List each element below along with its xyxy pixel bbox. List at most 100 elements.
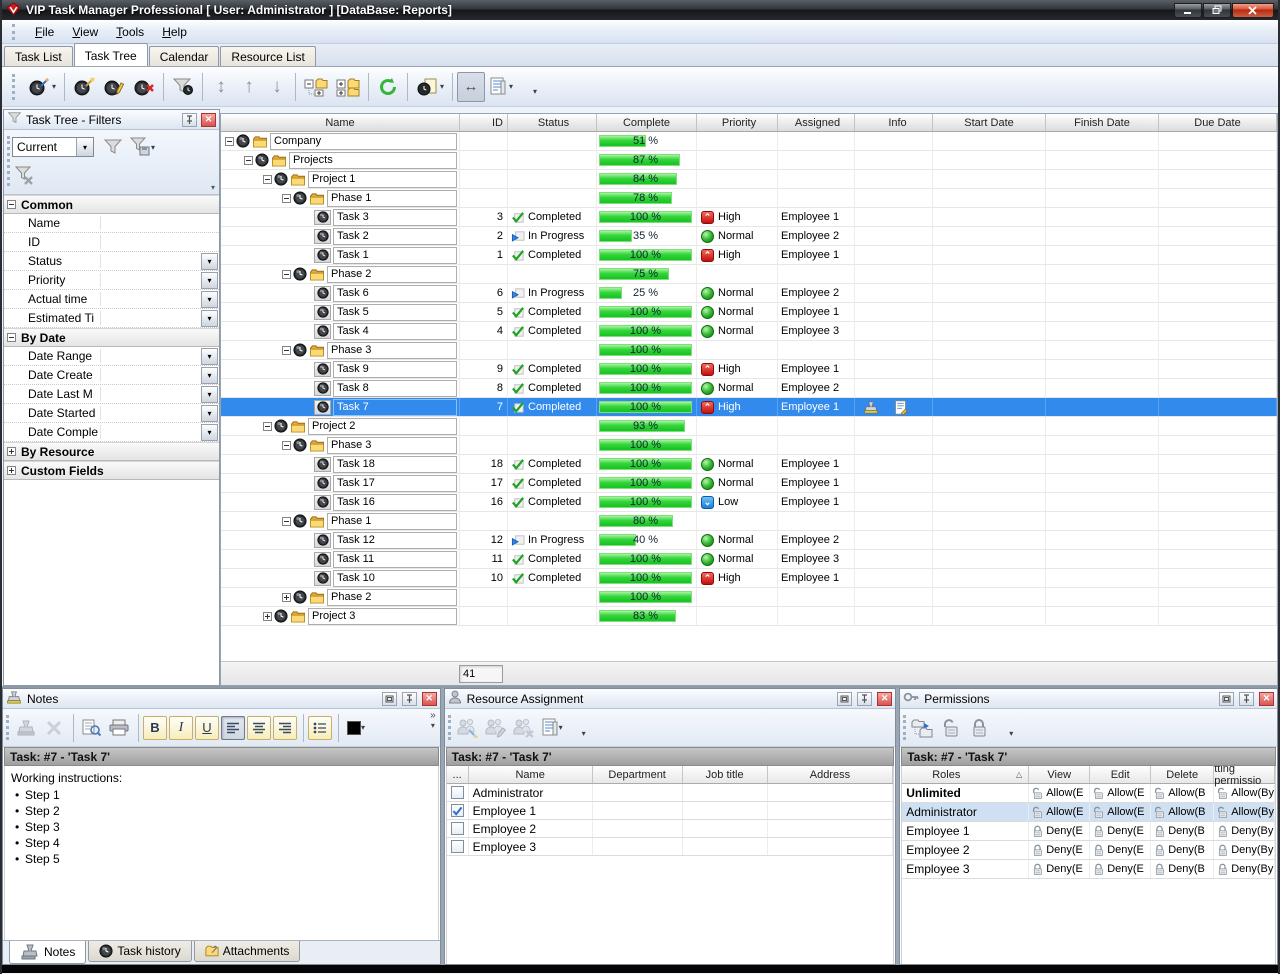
checkbox-checked[interactable]	[451, 804, 464, 817]
column-header-complete[interactable]: Complete	[597, 114, 697, 131]
checkbox-unchecked[interactable]	[451, 840, 464, 853]
chevron-down-icon[interactable]: ▾	[201, 348, 218, 365]
permissions-column-delete[interactable]: Delete	[1151, 766, 1214, 783]
close-icon[interactable]: ✕	[1259, 692, 1274, 706]
chevron-down-icon[interactable]: ▾	[201, 291, 218, 308]
tree-row-task-2[interactable]: Task 22In Progress35 %NormalEmployee 2	[221, 227, 1277, 246]
pin-icon[interactable]	[1239, 692, 1254, 706]
underline-button[interactable]: U	[195, 716, 219, 740]
edit-resource-button[interactable]	[483, 715, 509, 741]
tree-row-phase-3[interactable]: Phase 3100 %	[221, 436, 1277, 455]
tree-row-task-18[interactable]: Task 1818Completed100 %NormalEmployee 1	[221, 455, 1277, 474]
permission-cell[interactable]: Deny(E	[1029, 860, 1090, 878]
permission-cell[interactable]: Deny(By	[1214, 822, 1275, 840]
refresh-button[interactable]	[373, 72, 403, 102]
print-preview-button[interactable]	[78, 715, 104, 741]
menu-item-tools[interactable]: Tools	[107, 22, 153, 42]
fit-columns-button[interactable]: ↔	[457, 72, 485, 102]
tab-task-tree[interactable]: Task Tree	[74, 43, 148, 66]
save-filter-button[interactable]: ▾	[128, 134, 156, 160]
copy-permissions-button[interactable]	[910, 715, 936, 741]
resource-column-check[interactable]: ...	[447, 766, 469, 783]
permission-cell[interactable]: Deny(By	[1214, 860, 1275, 878]
tree-row-phase-2[interactable]: Phase 275 %	[221, 265, 1277, 284]
chevron-down-icon[interactable]: ▾	[201, 424, 218, 441]
notes-content[interactable]: Working instructions: Step 1Step 2Step 3…	[4, 766, 439, 940]
tree-row-task-10[interactable]: Task 1010Completed100 %⌃HighEmployee 1	[221, 569, 1277, 588]
tree-row-company[interactable]: Company51 %	[221, 132, 1277, 151]
tree-row-task-1[interactable]: Task 11Completed100 %⌃HighEmployee 1	[221, 246, 1277, 265]
chevron-down-icon[interactable]: ▾	[76, 138, 93, 156]
permission-cell[interactable]: Allow(E	[1090, 784, 1151, 802]
clear-filter-button[interactable]	[12, 163, 38, 189]
tab-task-history[interactable]: Task history	[88, 941, 191, 962]
tree-row-task-4[interactable]: Task 44Completed100 %NormalEmployee 3	[221, 322, 1277, 341]
expand-icon[interactable]	[282, 593, 291, 602]
collapse-all-button[interactable]	[300, 72, 332, 102]
filters-overflow-button[interactable]: ▾	[211, 183, 215, 192]
tree-row-phase-1[interactable]: Phase 178 %	[221, 189, 1277, 208]
toolbar-overflow-button[interactable]: ▾	[571, 720, 597, 746]
collapse-icon[interactable]	[7, 333, 16, 342]
bullet-list-button[interactable]	[308, 716, 332, 740]
resource-row-employee-1[interactable]: Employee 1	[447, 802, 894, 820]
deny-button[interactable]	[966, 715, 992, 741]
toolbar-overflow-button[interactable]: ▾	[521, 76, 549, 106]
tree-row-task-9[interactable]: Task 99Completed100 %⌃HighEmployee 1	[221, 360, 1277, 379]
align-center-button[interactable]	[247, 716, 271, 740]
restore-icon[interactable]	[382, 692, 397, 706]
tree-row-project-1[interactable]: Project 184 %	[221, 170, 1277, 189]
restore-button[interactable]	[1203, 3, 1231, 18]
collapse-icon[interactable]	[263, 422, 272, 431]
print-button[interactable]	[106, 715, 132, 741]
resource-column-department[interactable]: Department	[593, 766, 683, 783]
apply-filter-button[interactable]	[100, 134, 126, 160]
collapse-icon[interactable]	[282, 346, 291, 355]
resource-report-button[interactable]: ▾	[539, 715, 565, 741]
filter-section-custom-fields[interactable]: Custom Fields	[4, 461, 219, 480]
delete-task-button[interactable]	[129, 72, 159, 102]
permission-cell[interactable]: Allow(E	[1029, 784, 1090, 802]
permission-row-employee-3[interactable]: Employee 3Deny(EDeny(EDeny(BDeny(By	[902, 860, 1275, 879]
collapse-icon[interactable]	[282, 194, 291, 203]
tree-row-phase-1[interactable]: Phase 180 %	[221, 512, 1277, 531]
permission-cell[interactable]: Allow(E	[1090, 803, 1151, 821]
expand-all-button[interactable]	[332, 72, 364, 102]
permissions-column-view[interactable]: View	[1029, 766, 1090, 783]
filter-section-common[interactable]: Common	[4, 195, 219, 214]
column-header-finish-date[interactable]: Finish Date	[1046, 114, 1159, 131]
align-left-button[interactable]	[221, 716, 245, 740]
expand-icon[interactable]	[7, 447, 16, 456]
permission-row-employee-1[interactable]: Employee 1Deny(EDeny(EDeny(BDeny(By	[902, 822, 1275, 841]
align-right-button[interactable]	[273, 716, 297, 740]
permission-cell[interactable]: Allow(B	[1151, 803, 1214, 821]
copy-button[interactable]: ▾	[412, 72, 448, 102]
checkbox-unchecked[interactable]	[451, 822, 464, 835]
grid-options-button[interactable]: ▾	[485, 72, 517, 102]
tab-resource-list[interactable]: Resource List	[220, 46, 315, 66]
permission-cell[interactable]: Deny(E	[1029, 822, 1090, 840]
column-header-status[interactable]: Status	[508, 114, 597, 131]
notes-toolbar-overflow[interactable]: »▾	[430, 711, 436, 731]
menu-item-help[interactable]: Help	[153, 22, 196, 42]
permission-row-unlimited[interactable]: UnlimitedAllow(EAllow(EAllow(BAllow(By	[902, 784, 1275, 803]
resource-row-employee-2[interactable]: Employee 2	[447, 820, 894, 838]
filter-button[interactable]	[168, 72, 198, 102]
tree-row-project-3[interactable]: Project 383 %	[221, 607, 1277, 626]
collapse-icon[interactable]	[244, 156, 253, 165]
permissions-column-edit[interactable]: Edit	[1090, 766, 1151, 783]
filter-preset-select[interactable]: Current ▾	[12, 137, 94, 157]
move-down-button[interactable]: ↓	[263, 72, 291, 102]
tab-notes[interactable]: Notes	[9, 941, 86, 964]
toolbar-overflow-button[interactable]: ▾	[998, 720, 1024, 746]
menu-item-view[interactable]: View	[63, 22, 107, 42]
restore-icon[interactable]	[837, 692, 852, 706]
pin-icon[interactable]	[182, 113, 197, 127]
permission-row-employee-2[interactable]: Employee 2Deny(EDeny(EDeny(BDeny(By	[902, 841, 1275, 860]
allow-button[interactable]	[938, 715, 964, 741]
chevron-down-icon[interactable]: ▾	[201, 367, 218, 384]
close-button[interactable]	[1232, 3, 1274, 18]
tree-row-task-6[interactable]: Task 66In Progress25 %NormalEmployee 2	[221, 284, 1277, 303]
tree-row-task-8[interactable]: Task 88Completed100 %NormalEmployee 2	[221, 379, 1277, 398]
permission-cell[interactable]: Deny(B	[1151, 841, 1214, 859]
